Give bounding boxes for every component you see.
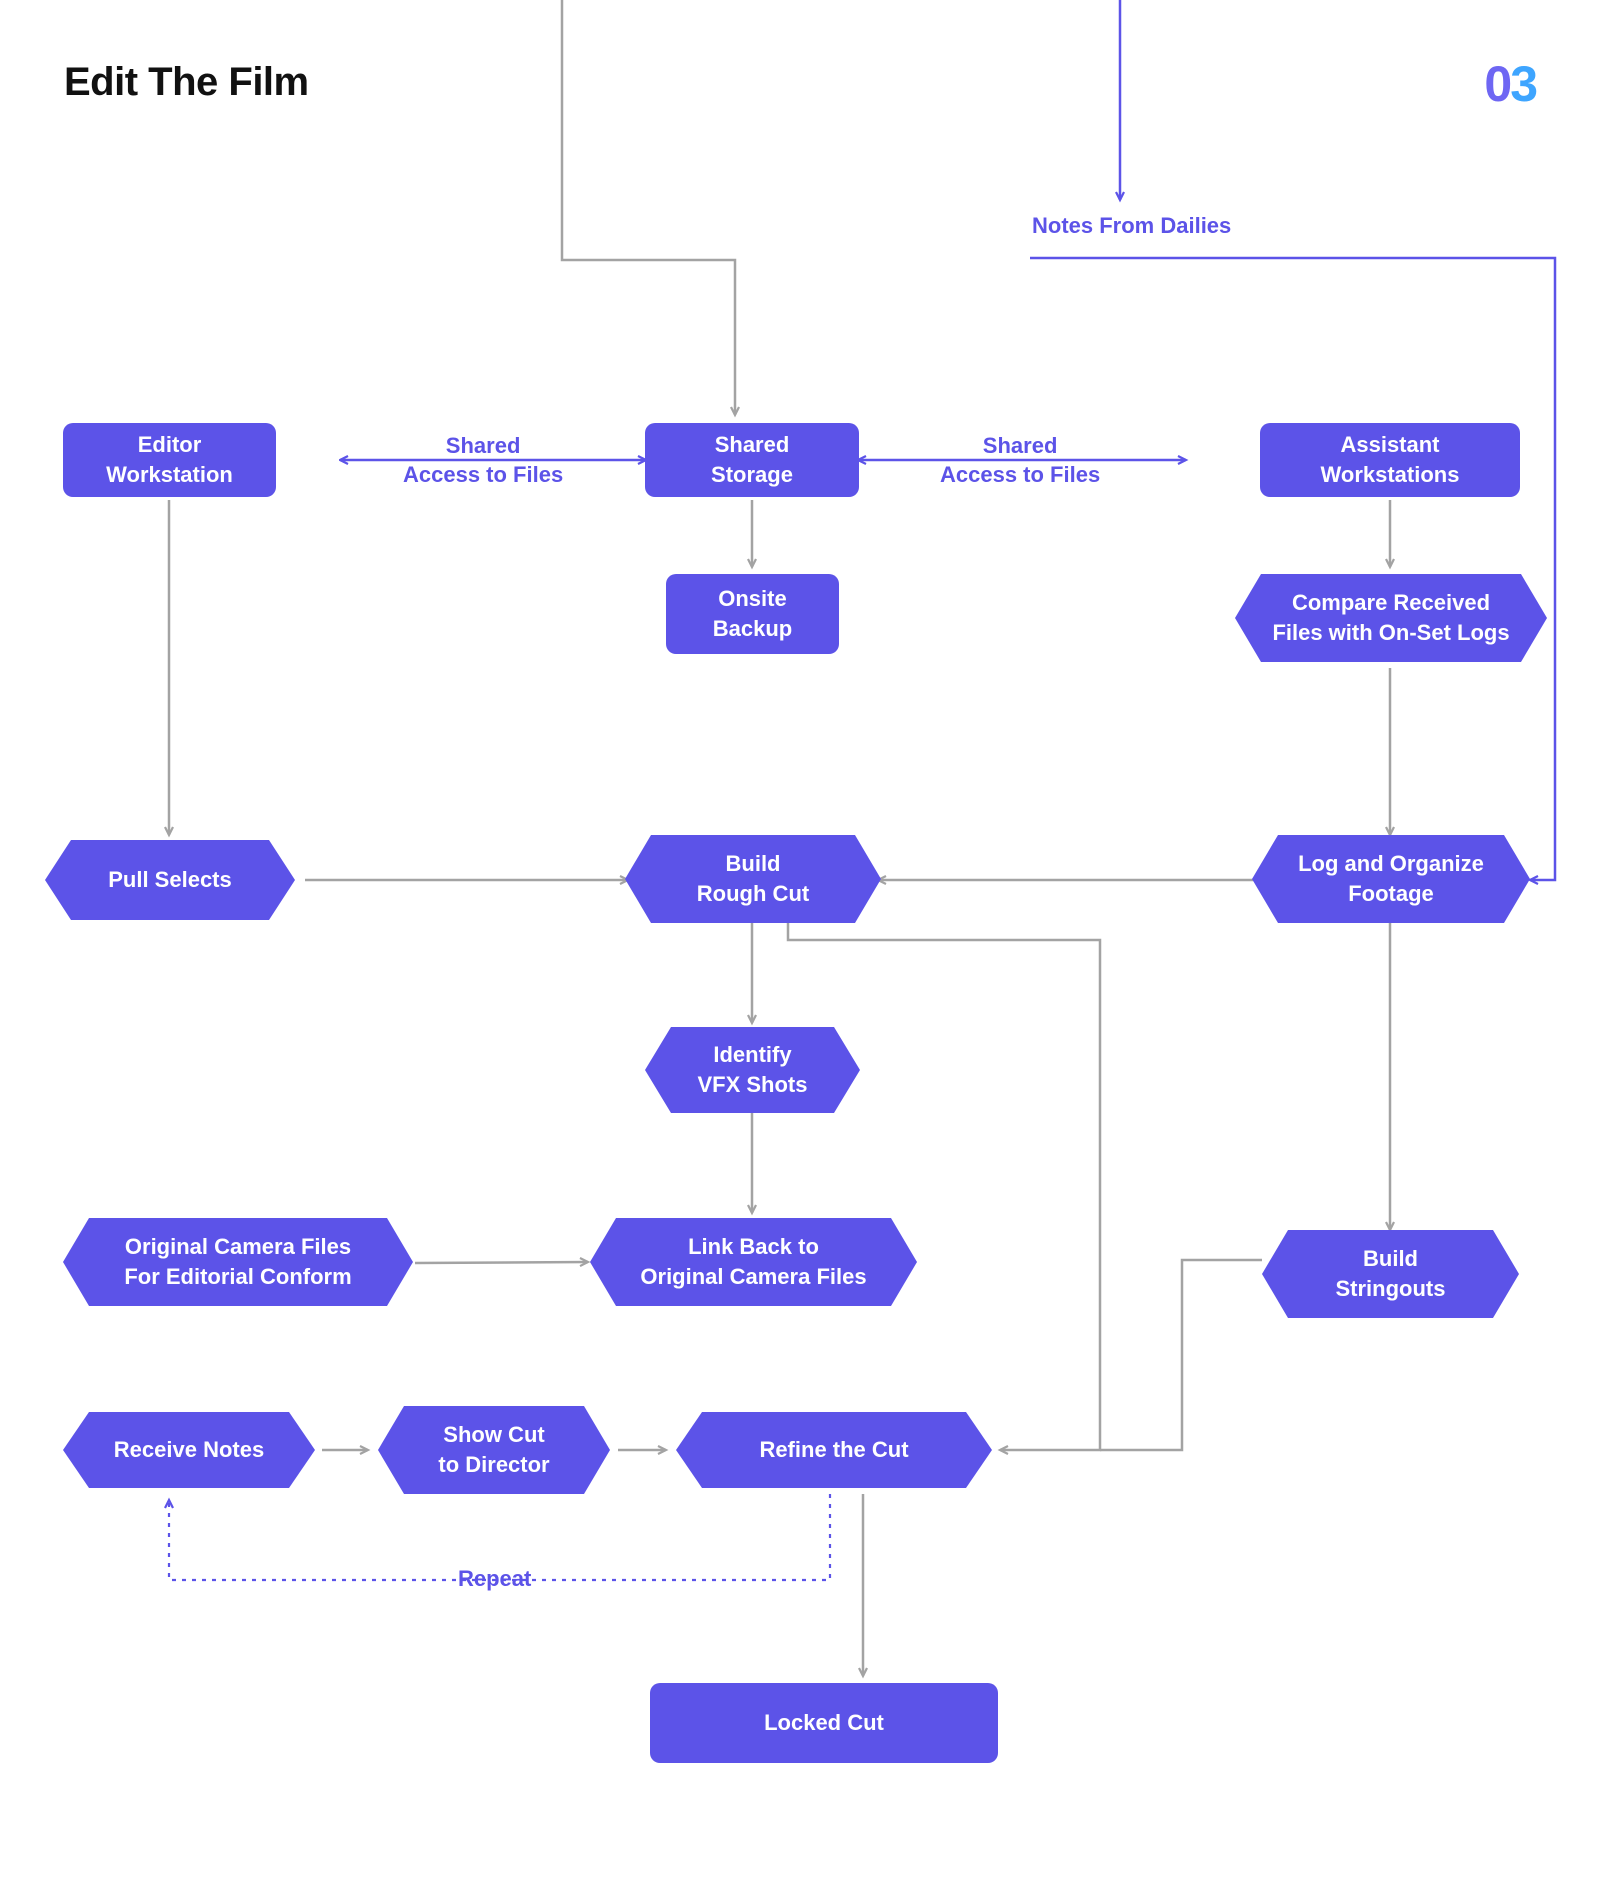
flowchart-arrows <box>0 0 1600 1896</box>
node-compare-received-files: Compare Received Files with On-Set Logs <box>1235 574 1547 662</box>
node-onsite-backup: Onsite Backup <box>666 574 839 654</box>
node-receive-notes: Receive Notes <box>63 1412 315 1488</box>
node-build-stringouts: Build Stringouts <box>1262 1230 1519 1318</box>
node-link-back-original: Link Back to Original Camera Files <box>590 1218 917 1306</box>
node-shared-storage: Shared Storage <box>645 423 859 497</box>
node-identify-vfx-shots: Identify VFX Shots <box>645 1027 860 1113</box>
label-repeat: Repeat <box>458 1565 531 1594</box>
node-assistant-workstations: Assistant Workstations <box>1260 423 1520 497</box>
chapter-number: 03 <box>1484 55 1536 113</box>
node-log-organize-footage: Log and Organize Footage <box>1252 835 1530 923</box>
node-locked-cut: Locked Cut <box>650 1683 998 1763</box>
node-show-cut-to-director: Show Cut to Director <box>378 1406 610 1494</box>
node-build-rough-cut: Build Rough Cut <box>625 835 881 923</box>
page-title: Edit The Film <box>64 60 309 105</box>
node-editor-workstation: Editor Workstation <box>63 423 276 497</box>
node-refine-the-cut: Refine the Cut <box>676 1412 992 1488</box>
label-notes-from-dailies: Notes From Dailies <box>1032 212 1231 241</box>
label-shared-access-right: Shared Access to Files <box>940 432 1100 489</box>
node-pull-selects: Pull Selects <box>45 840 295 920</box>
node-original-camera-files: Original Camera Files For Editorial Conf… <box>63 1218 413 1306</box>
label-shared-access-left: Shared Access to Files <box>403 432 563 489</box>
